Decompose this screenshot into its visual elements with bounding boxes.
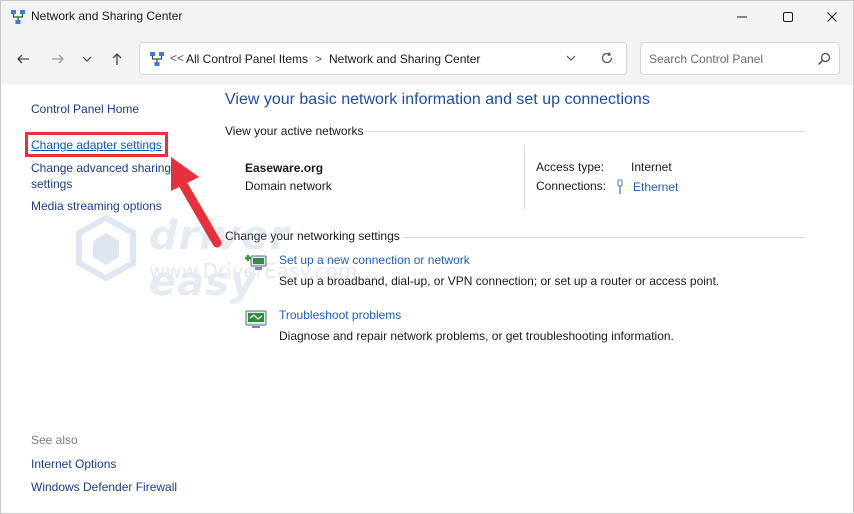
title-bar: Network and Sharing Center <box>1 1 853 33</box>
setup-connection-description: Set up a broadband, dial-up, or VPN conn… <box>279 274 720 288</box>
minimize-button[interactable] <box>719 1 765 33</box>
maximize-icon <box>783 12 793 22</box>
close-icon <box>827 12 837 22</box>
divider <box>365 131 805 132</box>
setup-connection-link[interactable]: Set up a new connection or network <box>279 253 470 267</box>
left-pane: Control Panel Home Change adapter settin… <box>1 85 209 513</box>
window-title: Network and Sharing Center <box>31 9 183 23</box>
access-type-label: Access type: <box>536 160 605 174</box>
breadcrumb-all-items[interactable]: All Control Panel Items <box>186 52 308 66</box>
breadcrumb-current[interactable]: Network and Sharing Center <box>329 52 480 66</box>
recent-locations-button[interactable] <box>78 49 96 69</box>
navigation-bar: << All Control Panel Items > Network and… <box>1 33 853 85</box>
search-input[interactable] <box>649 51 809 67</box>
control-panel-home-link[interactable]: Control Panel Home <box>31 101 139 117</box>
control-panel-icon <box>150 52 164 66</box>
see-also-heading: See also <box>31 433 78 447</box>
divider <box>403 237 805 238</box>
active-networks-heading: View your active networks <box>225 124 364 138</box>
up-button[interactable] <box>106 49 128 69</box>
arrow-up-icon <box>112 53 122 65</box>
search-box[interactable] <box>640 42 840 75</box>
breadcrumb-separator[interactable]: > <box>315 52 322 66</box>
change-advanced-sharing-link[interactable]: Change advanced sharing settings <box>31 160 181 192</box>
troubleshoot-icon <box>245 310 267 328</box>
media-streaming-options-link[interactable]: Media streaming options <box>31 198 162 214</box>
troubleshoot-problems-link[interactable]: Troubleshoot problems <box>279 308 401 322</box>
main-content: View your basic network information and … <box>209 85 853 513</box>
maximize-button[interactable] <box>765 1 811 33</box>
internet-options-link[interactable]: Internet Options <box>31 456 116 472</box>
breadcrumb-overflow[interactable]: << <box>170 51 184 65</box>
new-connection-icon <box>245 255 267 270</box>
ethernet-icon <box>617 179 623 194</box>
arrow-left-icon <box>17 54 29 64</box>
minimize-icon <box>737 16 747 18</box>
windows-defender-firewall-link[interactable]: Windows Defender Firewall <box>31 479 177 495</box>
close-button[interactable] <box>809 1 854 33</box>
ethernet-link[interactable]: Ethernet <box>633 180 678 194</box>
vertical-divider <box>524 145 525 209</box>
networking-settings-heading: Change your networking settings <box>225 229 400 243</box>
troubleshoot-description: Diagnose and repair network problems, or… <box>279 329 674 343</box>
network-type: Domain network <box>245 179 332 193</box>
page-title: View your basic network information and … <box>225 91 650 108</box>
search-icon <box>818 52 831 65</box>
chevron-down-icon <box>566 55 576 61</box>
network-sharing-center-window: Network and Sharing Center << All Contro… <box>0 0 854 514</box>
back-button[interactable] <box>12 49 34 69</box>
refresh-button[interactable] <box>599 50 615 66</box>
forward-button[interactable] <box>47 49 69 69</box>
network-name: Easeware.org <box>245 161 324 175</box>
ethernet-connection[interactable]: Ethernet <box>615 179 678 195</box>
network-app-icon <box>11 10 25 24</box>
change-adapter-settings-link[interactable]: Change adapter settings <box>31 137 162 153</box>
address-dropdown-button[interactable] <box>564 51 578 65</box>
chevron-down-icon <box>82 56 92 62</box>
address-bar[interactable]: << All Control Panel Items > Network and… <box>139 42 627 75</box>
connections-label: Connections: <box>536 179 607 193</box>
refresh-icon <box>601 52 613 64</box>
access-type-value: Internet <box>631 160 672 174</box>
arrow-right-icon <box>52 54 64 64</box>
